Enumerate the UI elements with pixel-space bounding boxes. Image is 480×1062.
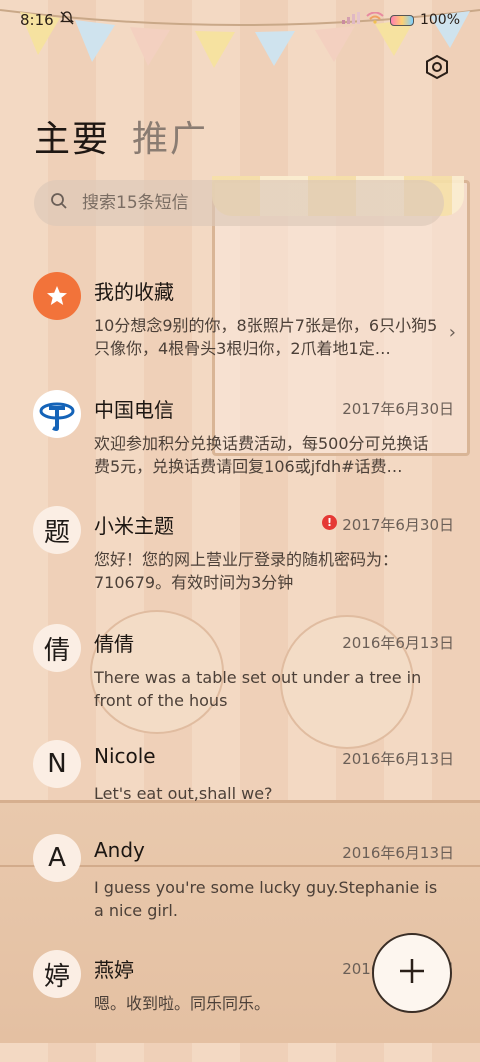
favorite-star-icon [33,272,81,320]
bell-muted-icon [59,11,74,29]
conversation-name: 我的收藏 [94,280,174,304]
avatar: 倩 [33,624,81,672]
new-message-button[interactable] [372,933,452,1013]
list-item-favorites[interactable]: 我的收藏 10分想念9别的你，8张照片7张是你，6只小狗5只像你，4根骨头3根归… [0,272,480,384]
conversation-name: Nicole [94,744,156,768]
conversation-preview: I guess you're some lucky guy.Stephanie … [94,878,438,920]
chevron-right-icon: › [448,322,456,343]
conversation-name: 中国电信 [94,398,174,422]
alert-icon: ! [322,515,337,530]
tab-bar: 主要 推广 [34,110,208,162]
status-bar: 8:16 100% [0,0,480,40]
conversation-preview: 10分想念9别的你，8张照片7张是你，6只小狗5只像你，4根骨头3根归你，2爪着… [94,316,438,358]
conversation-name: Andy [94,838,145,862]
avatar: A [33,834,81,882]
avatar: N [33,740,81,788]
battery-icon [389,14,414,26]
tab-primary[interactable]: 主要 [34,110,110,162]
conversation-preview: 欢迎参加积分兑换话费活动，每500分可兑换话费5元，兑换话费请回复106或jfd… [94,434,429,476]
conversation-name: 小米主题 [94,514,174,538]
signal-icon [341,12,360,28]
status-right: 100% [341,11,460,28]
plus-icon [398,957,426,989]
avatar: 婷 [33,950,81,998]
conversation-date: 2016年6月13日 [342,634,454,652]
avatar: 题 [33,506,81,554]
list-item-mi-theme[interactable]: 题 小米主题 ! 2017年6月30日 您好！您的网上营业厅登录的随机密码为：7… [0,506,480,618]
battery-level: 100% [419,12,460,28]
conversation-preview: There was a table set out under a tree i… [94,668,422,710]
conversation-date: 2017年6月30日 [342,400,454,418]
list-item-andy[interactable]: A Andy 2016年6月13日 I guess you're some lu… [0,834,480,946]
status-time: 8:16 [20,11,54,29]
conversation-preview: 您好！您的网上营业厅登录的随机密码为：710679。有效时间为3分钟 [94,550,399,592]
conversation-preview: Let's eat out,shall we? [94,784,273,803]
conversation-date: 2016年6月13日 [342,844,454,862]
search-input[interactable] [80,192,404,214]
status-left: 8:16 [20,11,74,29]
conversation-name: 倩倩 [94,632,134,656]
wifi-icon [366,11,384,28]
china-telecom-logo-icon [33,390,81,438]
conversation-name: 燕婷 [94,958,134,982]
list-item-china-telecom[interactable]: 中国电信 2017年6月30日 欢迎参加积分兑换话费活动，每500分可兑换话费5… [0,390,480,502]
list-item-qianqian[interactable]: 倩 倩倩 2016年6月13日 There was a table set ou… [0,624,480,736]
search-icon [50,192,68,214]
search-bar[interactable] [34,180,444,226]
settings-button[interactable] [420,52,454,86]
conversation-date: 2017年6月30日 [342,516,454,534]
settings-hexagon-icon [424,54,450,84]
tab-promotions[interactable]: 推广 [132,110,208,162]
conversation-date: 2016年6月13日 [342,750,454,768]
